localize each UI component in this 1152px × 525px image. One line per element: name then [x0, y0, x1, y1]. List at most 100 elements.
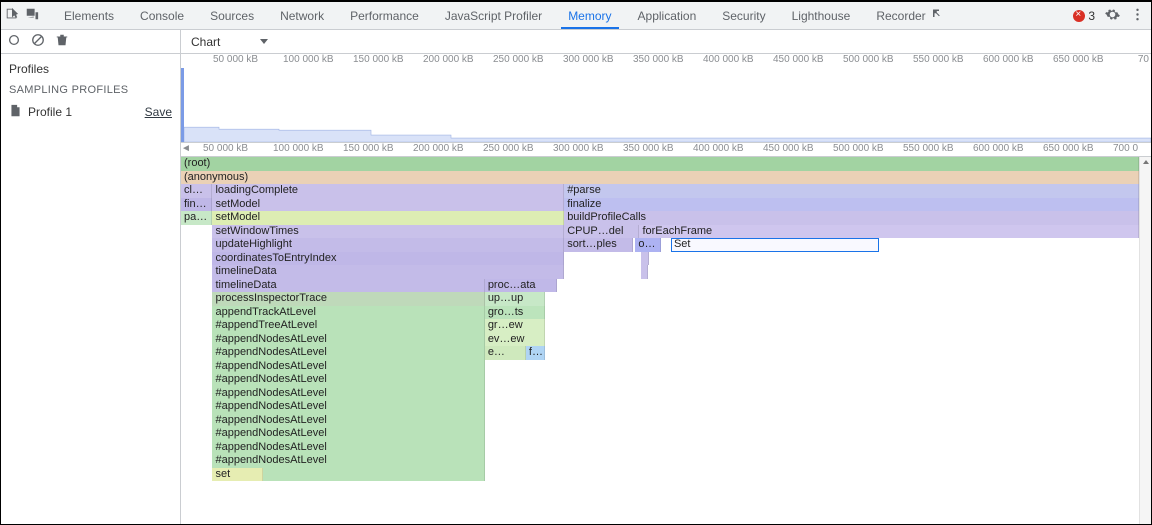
overview-chart[interactable]: 50 000 kB100 000 kB150 000 kB200 000 kB2… — [181, 54, 1151, 143]
flame-bar[interactable]: #appendNodesAtLevel — [212, 360, 484, 374]
ruler-tick: 450 000 kB — [773, 54, 824, 65]
tab-elements[interactable]: Elements — [51, 2, 127, 29]
tab-lighthouse[interactable]: Lighthouse — [779, 2, 864, 29]
flame-row: #appendNodesAtLevel — [181, 454, 1139, 468]
ruler-tick: 200 000 kB — [413, 143, 464, 154]
tab-sources[interactable]: Sources — [197, 2, 267, 29]
scroll-up-icon[interactable] — [1140, 157, 1151, 167]
ruler-tick: 650 000 kB — [1043, 143, 1094, 154]
flame-bar[interactable]: proc…ata — [485, 279, 558, 293]
memory-content: Chart 50 000 kB100 000 kB150 000 kB200 0… — [181, 30, 1151, 524]
flame-bar[interactable]: processInspectorTrace — [212, 292, 484, 306]
tab-recorder[interactable]: Recorder — [863, 2, 954, 29]
trash-icon[interactable] — [55, 33, 69, 50]
flame-bar[interactable]: #appendNodesAtLevel — [212, 414, 484, 428]
flame-bar[interactable]: pa…at — [181, 211, 212, 225]
flame-bar[interactable]: appendTrackAtLevel — [212, 306, 484, 320]
ruler-tick: 300 000 kB — [553, 143, 604, 154]
tabbar-right: 3 — [1067, 2, 1151, 29]
profiles-heading: Profiles — [1, 54, 180, 80]
flame-row: set — [181, 468, 1139, 482]
flame-bar[interactable]: loadingComplete — [212, 184, 564, 198]
tab-application[interactable]: Application — [625, 2, 710, 29]
flame-bar[interactable]: updateHighlight — [212, 238, 564, 252]
error-badge[interactable]: 3 — [1073, 9, 1095, 23]
ruler-scroll-left-icon[interactable]: ◄ — [181, 143, 193, 154]
flame-bar[interactable]: forEachFrame — [639, 225, 1139, 239]
flame-bar[interactable] — [641, 265, 648, 279]
flame-bar[interactable]: #appendNodesAtLevel — [212, 333, 484, 347]
record-icon[interactable] — [7, 33, 21, 50]
flame-bar[interactable]: sort…ples — [564, 238, 632, 252]
flame-row: setWindowTimesCPUP…delforEachFrame — [181, 225, 1139, 239]
gear-icon[interactable] — [1105, 7, 1120, 25]
flame-bar[interactable]: #appendNodesAtLevel — [212, 387, 484, 401]
flame-bar[interactable]: up…up — [485, 292, 545, 306]
profile-item[interactable]: Profile 1 Save — [1, 100, 180, 124]
flame-row: (anonymous) — [181, 171, 1139, 185]
flame-bar[interactable]: CPUP…del — [564, 225, 639, 239]
view-toolbar: Chart — [181, 30, 1151, 54]
flame-bar[interactable]: #appendNodesAtLevel — [212, 427, 484, 441]
save-link[interactable]: Save — [145, 105, 172, 119]
overview-ruler-edge: 70 — [1138, 54, 1149, 65]
flame-bar[interactable]: Set — [671, 238, 879, 252]
flame-bar[interactable]: #appendNodesAtLevel — [212, 373, 484, 387]
flame-bar[interactable]: setWindowTimes — [212, 225, 564, 239]
device-toggle-icon[interactable] — [25, 7, 39, 24]
flame-bar[interactable]: #appendNodesAtLevel — [212, 441, 484, 455]
flame-bar[interactable]: coordinatesToEntryIndex — [212, 252, 564, 266]
flame-bar[interactable]: #appendTreeAtLevel — [212, 319, 484, 333]
flame-row: #appendNodesAtLevel — [181, 414, 1139, 428]
profiles-toolbar — [1, 30, 180, 54]
clear-icon[interactable] — [31, 33, 45, 50]
view-select[interactable]: Chart — [187, 35, 272, 49]
tab-memory[interactable]: Memory — [555, 2, 624, 29]
flame-bar[interactable]: setModel — [212, 198, 564, 212]
flame-bar[interactable]: timelineData — [212, 265, 564, 279]
flame-bar[interactable]: fin…ce — [181, 198, 212, 212]
flame-bar[interactable]: (root) — [181, 157, 1139, 171]
tab-performance[interactable]: Performance — [337, 2, 432, 29]
tab-security[interactable]: Security — [709, 2, 778, 29]
flame-chart[interactable]: (root)(anonymous)closeloadingComplete#pa… — [181, 157, 1139, 524]
tab-console[interactable]: Console — [127, 2, 197, 29]
overview-ruler: 50 000 kB100 000 kB150 000 kB200 000 kB2… — [181, 54, 1151, 68]
profiles-group-label: SAMPLING PROFILES — [1, 80, 180, 100]
flame-bar[interactable]: setModel — [212, 211, 564, 225]
flame-bar[interactable]: o…k — [635, 238, 661, 252]
tab-network[interactable]: Network — [267, 2, 337, 29]
flame-bar[interactable]: close — [181, 184, 212, 198]
devtools-tabbar: ElementsConsoleSourcesNetworkPerformance… — [1, 2, 1151, 30]
flame-bar[interactable]: #parse — [564, 184, 1139, 198]
ruler-tick: 550 000 kB — [903, 143, 954, 154]
ruler-tick: 250 000 kB — [493, 54, 544, 65]
flame-bar[interactable]: ev…ew — [485, 333, 545, 347]
chevron-down-icon — [260, 39, 268, 44]
flame-bar[interactable]: timelineData — [212, 279, 484, 293]
vertical-scrollbar[interactable] — [1139, 157, 1151, 524]
flame-row: #appendNodesAtLevel — [181, 427, 1139, 441]
flame-bar[interactable]: gro…ts — [485, 306, 545, 320]
flame-bar[interactable]: buildProfileCalls — [564, 211, 1139, 225]
flame-bar[interactable]: finalize — [564, 198, 1139, 212]
flame-row: coordinatesToEntryIndex — [181, 252, 1139, 266]
flame-bar[interactable] — [263, 468, 485, 482]
flame-row: #appendNodesAtLevel — [181, 360, 1139, 374]
inspect-icon[interactable] — [5, 7, 19, 24]
flame-bar[interactable]: #appendNodesAtLevel — [212, 400, 484, 414]
flame-bar[interactable]: #appendNodesAtLevel — [212, 454, 484, 468]
recorder-flask-icon — [930, 8, 942, 23]
flame-bar[interactable]: f…r — [526, 346, 545, 360]
ruler-tick: 450 000 kB — [763, 143, 814, 154]
flame-bar[interactable]: e… — [485, 346, 526, 360]
ruler-tick: 50 000 kB — [203, 143, 248, 154]
kebab-icon[interactable] — [1130, 7, 1145, 25]
flame-bar[interactable]: set — [212, 468, 263, 482]
flame-bar[interactable]: (anonymous) — [181, 171, 1139, 185]
main-split: Profiles SAMPLING PROFILES Profile 1 Sav… — [1, 30, 1151, 524]
flame-bar[interactable]: gr…ew — [485, 319, 545, 333]
flame-bar[interactable]: #appendNodesAtLevel — [212, 346, 484, 360]
flame-bar[interactable] — [641, 252, 649, 266]
tab-javascript-profiler[interactable]: JavaScript Profiler — [432, 2, 555, 29]
